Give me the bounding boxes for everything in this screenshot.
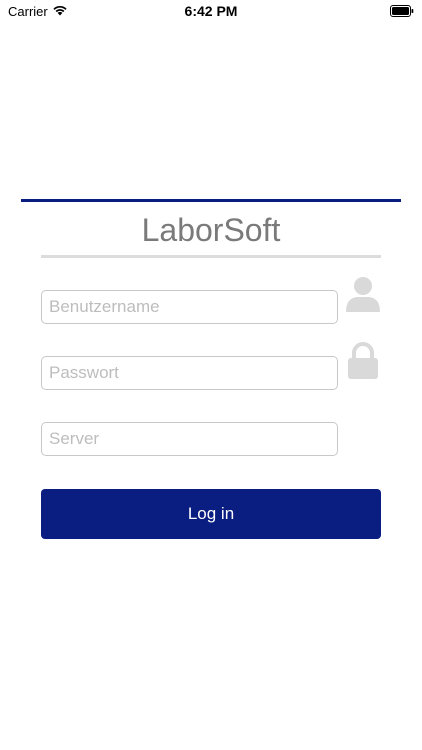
user-icon	[346, 277, 380, 312]
header-accent-line	[21, 199, 401, 202]
login-button[interactable]: Log in	[41, 489, 381, 539]
login-screen: Carrier 6:42 PM LaborSoft Log in	[0, 0, 422, 750]
username-input[interactable]	[41, 290, 338, 324]
battery-full-icon	[390, 5, 414, 17]
lock-icon	[348, 342, 378, 379]
app-title: LaborSoft	[141, 212, 281, 248]
server-input[interactable]	[41, 422, 338, 456]
password-input[interactable]	[41, 356, 338, 390]
status-bar: Carrier 6:42 PM	[0, 0, 422, 24]
title-divider	[41, 255, 381, 258]
status-time: 6:42 PM	[184, 3, 238, 19]
